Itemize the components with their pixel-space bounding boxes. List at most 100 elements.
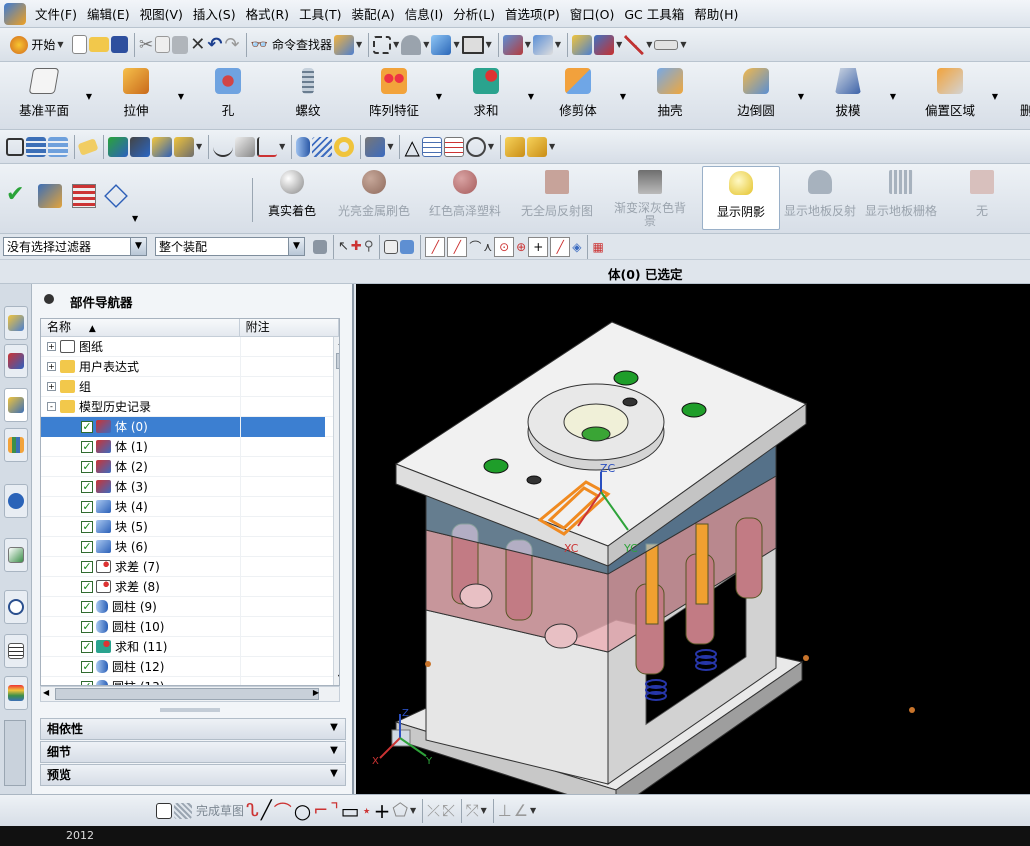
splitter-handle[interactable] [160,708,220,712]
assembly-tool-18[interactable] [443,134,464,160]
fillet-button[interactable]: ⌐ [313,798,328,824]
assembly-tool-4[interactable] [77,134,99,160]
dimension-constraint-button[interactable]: ⊥ [498,798,512,824]
menu-preferences[interactable]: 首选项(P) [500,4,565,23]
select-solid-button[interactable] [400,234,415,260]
type-filter-select[interactable]: 没有选择过滤器 ▼ [3,237,147,256]
scroll-thumb[interactable] [336,353,339,369]
menu-assembly[interactable]: 装配(A) [346,4,399,23]
visibility-checkbox[interactable]: ✓ [81,460,93,473]
hd3d-tab[interactable] [4,484,28,518]
assembly-tool-15[interactable]: ▼ [365,134,393,160]
constraint-navigator-tab[interactable] [4,344,28,378]
trim-body-button[interactable]: 修剪体 ▼ [538,66,626,126]
floor-reflection-button[interactable]: 显示地板反射 [782,166,858,230]
check-mate-icon[interactable] [38,184,62,208]
extend-button[interactable]: ⤪ [442,798,455,824]
assembly-tool-2[interactable] [26,134,46,160]
tree-vertical-scrollbar[interactable]: ▲ ▼ [333,337,339,685]
assembly-tool-13[interactable] [312,134,333,160]
menu-information[interactable]: 信息(I) [400,4,448,23]
menu-analysis[interactable]: 分析(L) [448,4,500,23]
menu-gc-toolbox[interactable]: GC 工具箱 [619,4,689,23]
menu-format[interactable]: 格式(R) [241,4,294,23]
selection-intent-button[interactable]: ▼ [594,32,622,58]
assembly-tool-8[interactable]: ▼ [174,134,202,160]
cube-wire-icon[interactable] [104,184,128,208]
snap-face-button[interactable]: ◈ [572,234,581,260]
pattern-feature-button[interactable]: 阵列特征 ▼ [354,66,442,126]
datum-plane-button[interactable]: 基准平面 ▼ [4,66,92,126]
assembly-tool-12[interactable] [296,134,311,160]
system-materials-tab[interactable] [4,634,28,668]
visibility-checkbox[interactable]: ✓ [81,540,93,553]
visibility-checkbox[interactable]: ✓ [81,640,93,653]
list-icon[interactable] [72,184,96,208]
snap-endpoint-button[interactable]: ╱ [425,236,446,257]
shell-button[interactable]: 抽壳 [630,66,710,126]
spline-button[interactable]: ⬠ ▼ [392,798,416,824]
redo-button[interactable]: ↷ [224,32,239,58]
sketch-button[interactable] [156,798,172,824]
dependencies-section[interactable]: 相依性 ▼ [40,718,346,740]
visibility-checkbox[interactable]: ✓ [81,480,93,493]
delete-face-button[interactable]: 删 [1006,66,1030,126]
unite-button[interactable]: 求和 ▼ [446,66,534,126]
polygon-button[interactable]: ⋆ [362,798,372,824]
resource-scrollbar[interactable] [4,720,26,786]
assembly-tool-9[interactable] [213,134,234,160]
visibility-checkbox[interactable]: ✓ [81,580,93,593]
assembly-tool-21[interactable]: ▼ [527,134,555,160]
tree-row[interactable]: ✓ 体 (1) [41,436,339,457]
trim-button[interactable]: ⤫ [427,798,440,824]
scope-select[interactable]: 整个装配 ▼ [155,237,305,256]
scroll-left-icon[interactable]: ◀ [43,688,49,697]
snap-add-button[interactable]: ✚ [351,234,362,260]
arc-button[interactable]: ⌒ [274,798,292,824]
shaded-view-button[interactable]: ▼ [431,32,460,58]
assembly-tool-19[interactable]: ▼ [465,134,494,160]
snap-quadrant-button[interactable]: ⊕ [516,234,526,260]
tree-row[interactable]: ✓ 圆柱 (9) [41,596,339,617]
undo-button[interactable]: ↶ [207,32,222,58]
tree-row[interactable]: ✓ 体 (0) [41,416,339,437]
snap-point-button[interactable] [572,32,593,58]
tree-row[interactable]: ✓ 求和 (11) [41,636,339,657]
visibility-checkbox[interactable]: ✓ [81,520,93,533]
horizontal-scroll-thumb[interactable] [55,688,319,700]
command-finder-button[interactable]: 👓 命令查找器 [251,32,332,58]
orient-view-button[interactable]: ▼ [502,32,531,58]
history-tab[interactable] [4,590,28,624]
visibility-checkbox[interactable]: ✓ [81,420,93,433]
show-shadow-button[interactable]: 显示阴影 [702,166,780,230]
start-button[interactable]: 开始 ▼ [4,32,70,58]
visibility-checkbox[interactable]: ✓ [81,500,93,513]
line-button[interactable]: ╱ [261,798,272,824]
web-browser-tab[interactable] [4,538,28,572]
assembly-tool-14[interactable] [334,134,355,160]
graphics-window[interactable]: ZC XC YC Z X Y [356,284,1030,794]
snap-feature-button[interactable]: ⚲ [364,234,374,260]
offset-region-button[interactable]: 偏置区域 ▼ [910,66,998,126]
tree-row[interactable]: ✓ 体 (3) [41,476,339,497]
edge-blend-button[interactable]: 边倒圆 ▼ [716,66,804,126]
menu-tools[interactable]: 工具(T) [294,4,346,23]
snap-arrow-button[interactable]: ↖ [338,234,349,260]
snap-point-on-button[interactable]: + [528,236,549,257]
tree-row[interactable]: ✓ 圆柱 (10) [41,616,339,637]
profile-button[interactable]: ᔐ [246,798,259,824]
tree-row[interactable]: ✓ 块 (4) [41,496,339,517]
chamfer-button[interactable]: ⌝ [330,798,338,824]
snap-intersect-button[interactable]: ⋏ [483,234,492,260]
assembly-tool-16[interactable]: △ [404,134,419,160]
check-icon[interactable]: ✔ [6,182,24,207]
assembly-tool-3[interactable] [48,134,68,160]
realistic-shading-button[interactable]: 真实着色 [258,166,326,230]
roles-tab[interactable] [4,676,28,710]
plastic-material-button[interactable]: 红色高泽塑料 [424,166,506,230]
menu-help[interactable]: 帮助(H) [689,4,743,23]
geometric-constraint-button[interactable]: ∠ ▼ [514,798,537,824]
tree-row[interactable]: ✓ 块 (5) [41,516,339,537]
filter-settings-button[interactable] [313,234,327,260]
snap-on-curve-button[interactable]: ╱ [550,236,571,257]
